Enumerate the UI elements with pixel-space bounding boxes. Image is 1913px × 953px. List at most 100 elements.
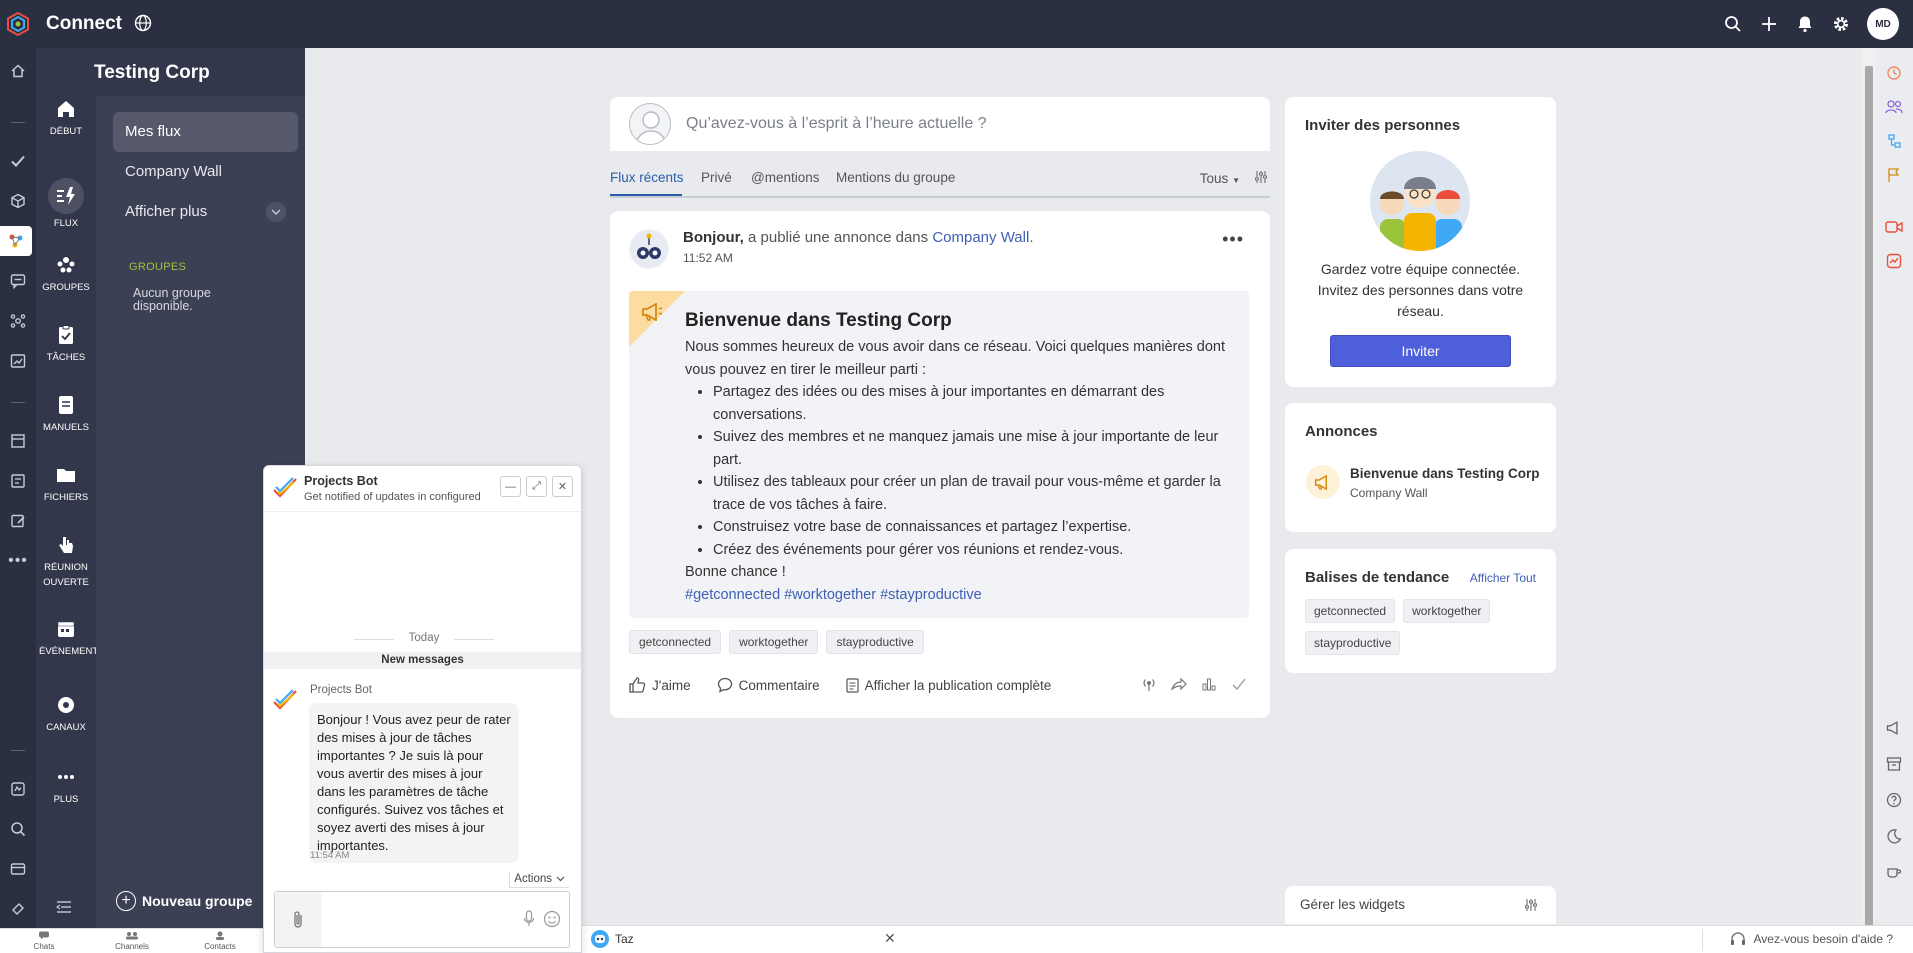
nav-evenements[interactable]: ÉVÉNEMENTS <box>36 618 104 659</box>
sidebar-item-mes-flux[interactable]: Mes flux <box>113 112 298 152</box>
people-icon[interactable] <box>1883 96 1905 118</box>
megaphone-small-icon[interactable] <box>1883 717 1905 739</box>
moon-icon[interactable] <box>1883 825 1905 847</box>
announcement-item-title[interactable]: Bienvenue dans Testing Corp <box>1350 466 1540 481</box>
rail-board-icon[interactable] <box>0 426 36 456</box>
chat-message-input[interactable] <box>274 891 570 948</box>
rail-cube-icon[interactable] <box>0 186 36 216</box>
announcement-hashtags[interactable]: #getconnected #worktogether #stayproduct… <box>685 584 1235 607</box>
nav-reunion[interactable]: RÉUNION OUVERTE <box>36 534 96 590</box>
post-more-icon[interactable]: ••• <box>1222 229 1244 250</box>
archive-icon[interactable] <box>1883 753 1905 775</box>
rail-chat-icon[interactable] <box>0 266 36 296</box>
help-link[interactable]: Avez-vous besoin d'aide ? <box>1730 932 1893 946</box>
attach-icon[interactable] <box>275 892 321 947</box>
broadcast-icon[interactable] <box>1141 676 1159 694</box>
stats-icon[interactable] <box>1201 676 1219 694</box>
collapse-nav-icon[interactable] <box>55 900 72 916</box>
nav-fichiers[interactable]: FICHIERS <box>36 464 96 505</box>
gear-icon[interactable] <box>1823 0 1859 48</box>
clock-icon[interactable] <box>1883 62 1905 84</box>
announcement-bullet: Partagez des idées ou des mises à jour i… <box>713 381 1235 426</box>
view-all-link[interactable]: Afficher Tout <box>1470 571 1536 585</box>
rail-zoom-icon[interactable] <box>0 814 36 844</box>
post-author[interactable]: Bonjour, <box>683 229 744 246</box>
sidebar-item-show-more[interactable]: Afficher plus <box>113 192 298 232</box>
tab-prive[interactable]: Privé <box>701 170 732 185</box>
nav-flux[interactable]: FLUX <box>36 178 96 231</box>
rail-ticket-icon[interactable] <box>0 894 36 924</box>
bottom-chats[interactable]: Chats <box>0 929 88 953</box>
megaphone-icon <box>1306 465 1340 499</box>
tab-mentions[interactable]: @mentions <box>751 170 819 185</box>
bottom-channels[interactable]: Channels <box>88 929 176 953</box>
post-target-link[interactable]: Company Wall <box>932 229 1029 246</box>
help-circle-icon[interactable] <box>1883 789 1905 811</box>
rail-wallet-icon[interactable] <box>0 854 36 884</box>
trending-tag[interactable]: worktogether <box>1403 599 1491 623</box>
user-avatar[interactable]: MD <box>1867 8 1899 40</box>
nav-debut[interactable]: DÉBUT <box>36 98 96 139</box>
invite-button[interactable]: Inviter <box>1330 335 1511 367</box>
filter-settings-icon[interactable] <box>1254 170 1268 187</box>
minimize-icon[interactable]: — <box>500 476 521 497</box>
nav-manuels[interactable]: MANUELS <box>36 394 96 435</box>
close-icon[interactable]: ✕ <box>552 476 573 497</box>
video-icon[interactable] <box>1883 216 1905 238</box>
bot-avatar[interactable] <box>629 229 669 269</box>
rail-analytics-icon[interactable] <box>0 346 36 376</box>
globe-icon[interactable] <box>134 14 154 34</box>
like-button[interactable]: J'aime <box>629 677 691 693</box>
bell-icon[interactable] <box>1787 0 1823 48</box>
share-icon[interactable] <box>1170 676 1189 694</box>
rail-form-icon[interactable] <box>0 466 36 496</box>
flag-icon[interactable] <box>1883 164 1905 186</box>
rail-edit-icon[interactable] <box>0 506 36 536</box>
new-group-button[interactable]: + Nouveau groupe <box>116 891 252 911</box>
check-icon[interactable] <box>1231 676 1249 694</box>
announcement-title: Bienvenue dans Testing Corp <box>685 310 952 331</box>
close-icon[interactable]: ✕ <box>884 930 896 947</box>
add-icon[interactable] <box>1751 0 1787 48</box>
tab-mentions-groupe[interactable]: Mentions du groupe <box>836 170 955 185</box>
comment-button[interactable]: Commentaire <box>717 677 820 693</box>
nav-taches[interactable]: TÂCHES <box>36 324 96 365</box>
channels-small-icon <box>126 932 138 940</box>
tab-flux-recents[interactable]: Flux récents <box>610 170 684 185</box>
actions-dropdown[interactable]: Actions <box>509 871 569 888</box>
tag-chip[interactable]: stayproductive <box>826 630 924 654</box>
nav-label: PLUS <box>53 794 79 805</box>
rail-notes-icon[interactable] <box>0 774 36 804</box>
view-full-post-button[interactable]: Afficher la publication complète <box>846 678 1051 693</box>
microphone-icon[interactable] <box>523 910 535 931</box>
taz-tab[interactable]: Taz <box>590 929 634 949</box>
nav-groupes[interactable]: GROUPES <box>36 254 96 295</box>
tag-chip[interactable]: getconnected <box>629 630 722 654</box>
emoji-icon[interactable] <box>543 910 561 931</box>
rail-more-icon[interactable]: ••• <box>0 546 36 576</box>
nav-canaux[interactable]: CANAUX <box>36 694 96 735</box>
app-logo-icon[interactable] <box>0 0 36 48</box>
network-icon[interactable] <box>1883 130 1905 152</box>
rail-connect-icon[interactable] <box>0 226 32 256</box>
sidebar-item-company-wall[interactable]: Company Wall <box>113 152 298 192</box>
rail-network-icon[interactable] <box>0 306 36 336</box>
scroll-thumb[interactable] <box>1865 66 1873 926</box>
expand-icon[interactable]: ⤢ <box>526 476 547 497</box>
manage-widgets-button[interactable]: Gérer les widgets <box>1285 886 1556 924</box>
rail-check-icon[interactable] <box>0 146 36 176</box>
rail-home-icon[interactable] <box>0 56 36 86</box>
filter-dropdown[interactable]: Tous ▼ <box>1200 171 1240 186</box>
cup-icon[interactable] <box>1883 861 1905 883</box>
main-scrollbar[interactable] <box>1862 48 1876 926</box>
groups-empty: Aucun groupe disponible. <box>133 286 211 313</box>
trending-tag[interactable]: stayproductive <box>1305 631 1401 655</box>
chevron-down-icon[interactable] <box>266 202 286 222</box>
gauge-icon[interactable] <box>1883 250 1905 272</box>
trending-tag[interactable]: getconnected <box>1305 599 1396 623</box>
nav-plus[interactable]: PLUS <box>36 766 96 807</box>
post-composer[interactable]: Qu’avez-vous à l’esprit à l’heure actuel… <box>610 97 1270 151</box>
search-icon[interactable] <box>1715 0 1751 48</box>
bottom-contacts[interactable]: Contacts <box>176 929 264 953</box>
tag-chip[interactable]: worktogether <box>729 630 819 654</box>
